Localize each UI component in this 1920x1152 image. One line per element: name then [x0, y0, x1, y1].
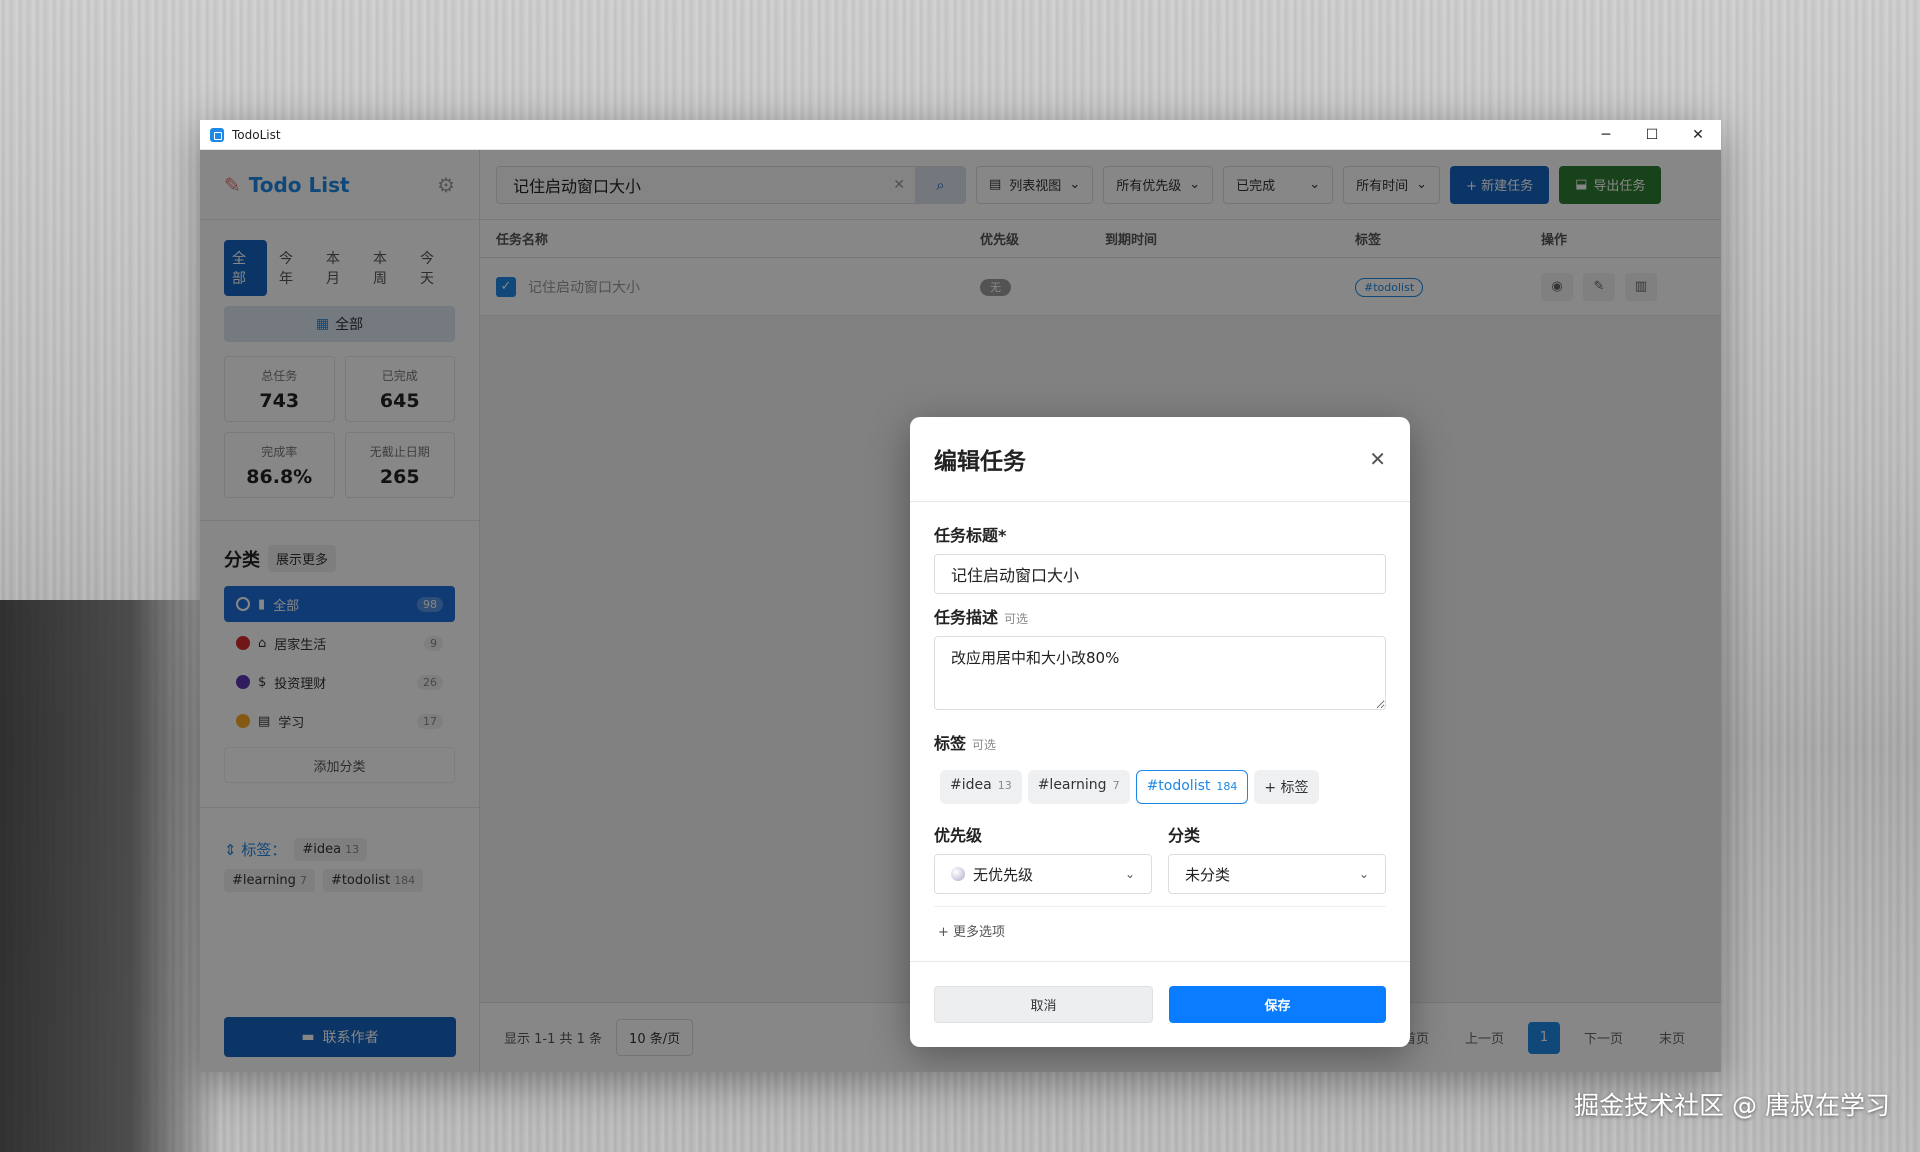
priority-select[interactable]: 无优先级 ⌄ [934, 854, 1152, 894]
window-title: TodoList [232, 127, 281, 142]
watermark: 掘金技术社区 @ 唐叔在学习 [1574, 1091, 1890, 1120]
add-tag-button[interactable]: + 标签 [1254, 770, 1319, 804]
tag-chip-todolist[interactable]: #todolist 184 [1135, 770, 1249, 804]
task-desc-textarea[interactable]: 改应用居中和大小改80% [934, 636, 1386, 710]
tags-label: 标签 可选 [934, 734, 997, 753]
title-label: 任务标题* [934, 526, 1007, 545]
priority-label: 优先级 [934, 826, 983, 845]
category-label: 分类 [1168, 826, 1201, 845]
moon-icon [951, 867, 965, 881]
close-icon[interactable]: ✕ [1675, 120, 1721, 150]
more-options-toggle[interactable]: + 更多选项 [934, 906, 1386, 940]
desc-label: 任务描述 可选 [934, 608, 1029, 627]
category-select[interactable]: 未分类 ⌄ [1168, 854, 1386, 894]
chevron-down-icon: ⌄ [1358, 867, 1369, 881]
minimize-icon[interactable]: ─ [1583, 120, 1629, 150]
tag-chip-learning[interactable]: #learning 7 [1027, 770, 1130, 804]
titlebar: TodoList ─ ☐ ✕ [200, 120, 1721, 150]
edit-task-dialog: 编辑任务 ✕ 任务标题* 任务描述 可选 改应用居中和大小改80% 标签 可选 … [910, 417, 1410, 1047]
dialog-title: 编辑任务 [934, 449, 1026, 475]
background-shadow [0, 600, 220, 1152]
save-button[interactable]: 保存 [1169, 986, 1386, 1023]
chevron-down-icon: ⌄ [1124, 867, 1135, 881]
app-icon [210, 127, 224, 142]
plus-icon: + [938, 925, 949, 940]
tag-selector: #idea 13 #learning 7 #todolist 184 + 标签 [934, 762, 1386, 822]
cancel-button[interactable]: 取消 [934, 986, 1153, 1023]
tag-chip-idea[interactable]: #idea 13 [940, 770, 1022, 804]
task-title-input[interactable] [934, 554, 1386, 594]
app-window: TodoList ─ ☐ ✕ ✎ Todo List ⚙ 全部 今年 本月 本周… [200, 120, 1721, 1072]
maximize-icon[interactable]: ☐ [1629, 120, 1675, 150]
close-icon[interactable]: ✕ [1369, 447, 1386, 471]
